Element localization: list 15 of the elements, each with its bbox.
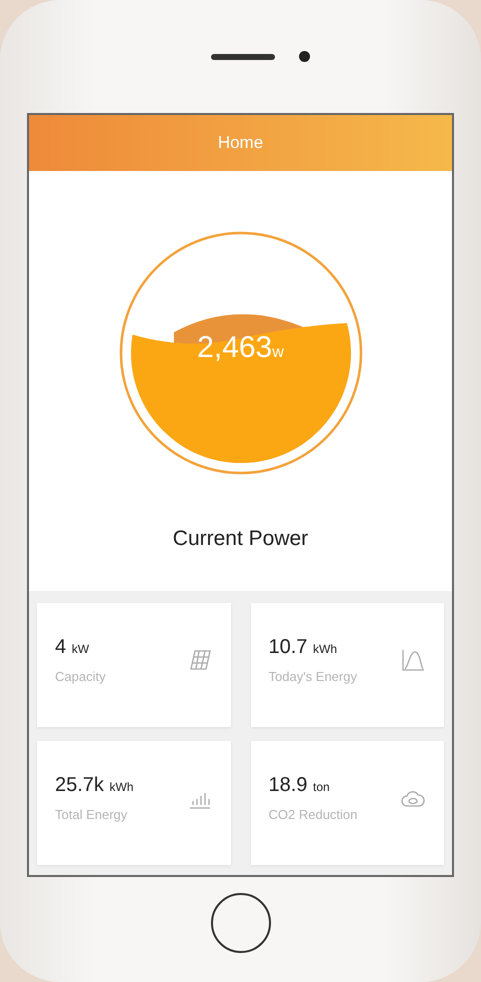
phone-speaker — [211, 54, 275, 60]
phone-camera — [299, 51, 310, 62]
stat-value: 18.9 ton — [268, 774, 331, 797]
header-title: Home — [29, 115, 452, 171]
stat-label: Total Energy — [55, 807, 128, 822]
current-power-label: Current Power — [172, 527, 308, 551]
stat-label: CO2 Reduction — [268, 807, 358, 822]
power-reading: 2,463w — [196, 331, 285, 365]
stat-value: 4 kW — [55, 636, 90, 659]
home-button[interactable] — [210, 893, 270, 953]
curve-chart-icon — [400, 647, 426, 673]
stat-value: 10.7 kWh — [268, 636, 338, 659]
stat-label: Today's Energy — [268, 669, 357, 684]
stat-value: 25.7k kWh — [55, 774, 134, 797]
stat-label: Capacity — [55, 669, 106, 684]
